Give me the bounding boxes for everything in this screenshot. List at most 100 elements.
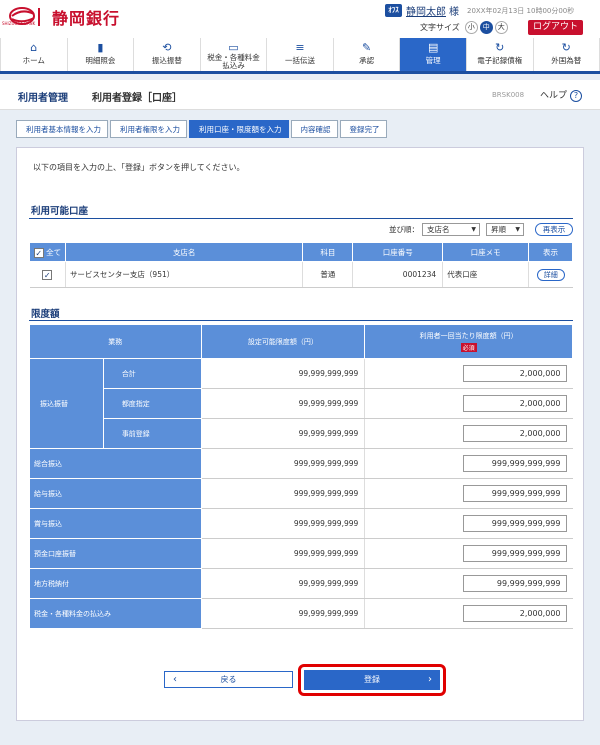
nav-label: 承認 [359,56,375,65]
table-row: 賞与振込 999,999,999,999 999,999,999,999 [29,508,573,539]
select-all-checkbox[interactable]: ✓ [33,247,44,258]
admin-icon: ▤ [427,41,439,54]
row-checkbox-cell: ✓ [29,261,66,288]
chevron-left-icon: ‹ [173,674,177,685]
logout-button[interactable]: ログアウト [528,20,583,35]
limit-input[interactable]: 2,000,000 [462,605,567,622]
intro-text: 以下の項目を入力の上、「登録」ボタンを押してください。 [33,163,245,172]
detail-cell: 詳細 [528,261,573,288]
limit-label: 事前登録 [102,418,202,449]
row-checkbox[interactable]: ✓ [42,269,53,280]
font-size-medium-button[interactable]: 中 [479,21,493,34]
table-row: 預金口座振替 999,999,999,999 999,999,999,999 [29,538,573,569]
user-name-link[interactable]: 静岡太郎 [406,3,446,18]
detail-button[interactable]: 詳細 [536,268,565,281]
limit-input-cell: 2,000,000 [364,388,573,419]
font-size-label: 文字サイズ [420,23,460,32]
register-button[interactable]: 登録 › [304,670,440,690]
nav-home[interactable]: ⌂ ホーム [0,38,68,71]
account-number-header: 口座番号 [352,242,444,262]
sort-field-select[interactable]: 支店名 ▼ [422,223,480,236]
business-header: 業務 [29,324,202,359]
approval-icon: ✎ [361,41,372,54]
limit-input[interactable]: 2,000,000 [462,425,567,442]
section-divider [29,218,573,219]
nav-tax-payment[interactable]: ▭ 税金・各種料金 払込み [201,38,268,71]
available-limit: 999,999,999,999 [201,508,366,539]
user-suffix: 様 [449,7,459,18]
nav-label: 管理 [425,56,441,65]
limit-input[interactable]: 99,999,999,999 [462,575,567,592]
help-link[interactable]: ヘルプ? [540,88,583,102]
limit-input[interactable]: 2,000,000 [462,395,567,412]
house-icon: ⌂ [30,41,38,54]
nav-label: 税金・各種料金 払込み [207,53,260,70]
transfer-group-label: 振込振替 [29,358,104,449]
user-badge-icon: ｵﾌｽ [385,4,402,17]
help-icon: ? [570,90,583,102]
nav-bulk[interactable]: ≡ 一括伝送 [267,38,334,71]
select-all-header[interactable]: ✓ 全て [29,242,66,262]
accounts-table: ✓ 全て 支店名 科目 口座番号 口座メモ 表示 ✓ サービスセンター支店（95… [29,242,573,288]
available-limit: 999,999,999,999 [201,478,366,509]
nav-statement[interactable]: ▮ 明細照会 [68,38,135,71]
limit-input[interactable]: 999,999,999,999 [462,455,567,472]
help-label: ヘルプ [540,91,568,101]
available-limit: 99,999,999,999 [201,388,366,419]
select-all-label: 全て [46,247,62,257]
nav-approval[interactable]: ✎ 承認 [334,38,401,71]
table-row: 地方税納付 99,999,999,999 99,999,999,999 [29,568,573,599]
nav-admin[interactable]: ▤ 管理 [400,38,467,71]
per-time-limit-label: 利用者一回当たり限度額（円） [419,332,518,340]
limit-input[interactable]: 999,999,999,999 [462,515,567,532]
limits-section-title: 限度額 [31,309,60,320]
limit-input[interactable]: 999,999,999,999 [462,545,567,562]
register-button-highlight: 登録 › [298,664,446,696]
subject-header: 科目 [302,242,354,262]
limit-label: 預金口座振替 [29,538,202,569]
sort-label: 並び順： [389,225,419,234]
title-bar: 利用者管理 利用者登録［口座］ BRSK008 ヘルプ? [0,80,600,110]
limit-input[interactable]: 2,000,000 [462,365,567,382]
branch-cell: サービスセンター支店（951） [65,261,304,288]
step-2: 利用者権限を入力 [110,120,187,138]
refresh-button[interactable]: 再表示 [535,223,573,236]
memo-header: 口座メモ [442,242,530,262]
step-4: 内容確認 [290,120,338,138]
back-label: 戻る [220,675,237,684]
table-row: 税金・各種料金の払込み 99,999,999,999 2,000,000 [29,598,573,629]
step-5: 登録完了 [339,120,387,138]
table-row: 都度指定 99,999,999,999 2,000,000 [30,388,573,419]
table-header-row: 業務 設定可能限度額（円） 利用者一回当たり限度額（円） 必須 [29,324,573,359]
main-panel: 以下の項目を入力の上、「登録」ボタンを押してください。 利用可能口座 並び順： … [16,147,584,721]
limit-input-cell: 999,999,999,999 [364,448,573,479]
chevron-down-icon: ▼ [471,226,476,233]
font-size-selector: 文字サイズ 小 中 大 [420,21,508,34]
sort-order-select[interactable]: 昇順 ▼ [486,223,524,236]
back-button[interactable]: ‹ 戻る [164,671,293,688]
font-size-large-button[interactable]: 大 [494,21,508,34]
sort-controls: 並び順： 支店名 ▼ 昇順 ▼ [389,223,524,236]
transfer-icon: ⟲ [162,41,172,54]
font-size-small-button[interactable]: 小 [464,21,478,34]
nav-label: 一括伝送 [285,56,316,65]
limit-label: 都度指定 [102,388,202,419]
available-limit: 999,999,999,999 [201,538,366,569]
nav-label: 明細照会 [85,56,116,65]
nav-e-receivables[interactable]: ↻ 電子記録債権 [467,38,534,71]
nav-forex[interactable]: ↻ 外国為替 [534,38,600,71]
table-row: 振込振替 合計 99,999,999,999 2,000,000 [29,358,573,449]
available-limit: 99,999,999,999 [201,568,366,599]
global-nav: ⌂ ホーム ▮ 明細照会 ⟲ 振込振替 ▭ 税金・各種料金 払込み ≡ 一括伝送 ✎ 承認 … [0,38,600,74]
document-icon: ▮ [97,41,104,54]
step-3-current: 利用口座・限度額を入力 [189,120,289,138]
limit-input[interactable]: 999,999,999,999 [462,485,567,502]
nav-transfer[interactable]: ⟲ 振込振替 [134,38,201,71]
account-number-cell: 0001234 [352,261,444,288]
chevron-right-icon: › [428,674,432,685]
available-limit: 99,999,999,999 [201,418,366,449]
limit-label: 給与振込 [29,478,202,509]
cycle-icon: ↻ [495,41,505,54]
section-divider [29,320,573,321]
table-row: 給与振込 999,999,999,999 999,999,999,999 [29,478,573,509]
